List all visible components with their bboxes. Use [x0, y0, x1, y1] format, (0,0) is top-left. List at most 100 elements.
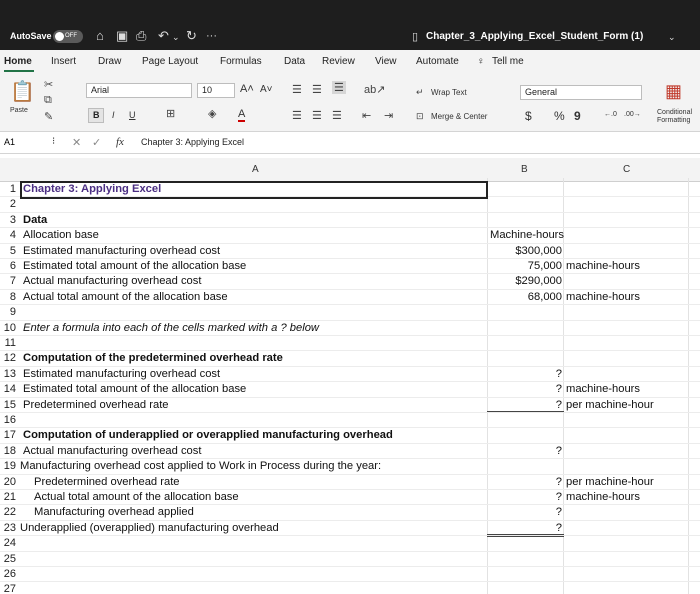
cell-b[interactable]: ?	[486, 444, 562, 459]
format-painter-icon[interactable]: ✎	[44, 110, 53, 123]
indent-decrease-icon[interactable]: ⇤	[362, 109, 371, 122]
align-center-icon[interactable]: ☰	[312, 109, 322, 122]
table-row[interactable]: 4 Allocation base Machine-hours	[0, 228, 700, 244]
table-row[interactable]: 17 Computation of underapplied or overapp…	[0, 428, 700, 444]
table-row[interactable]: 7 Actual manufacturing overhead cost $290,…	[0, 274, 700, 290]
column-header-b[interactable]: B	[521, 164, 528, 175]
table-row[interactable]: 23 Underapplied (overapplied) manufacturi…	[0, 521, 700, 537]
cell-a[interactable]: Predetermined overhead rate	[34, 475, 180, 490]
table-row[interactable]: 16	[0, 413, 700, 429]
cut-icon[interactable]: ✂	[44, 78, 53, 91]
table-row[interactable]: 18 Actual manufacturing overhead cost?	[0, 444, 700, 460]
align-bottom-icon[interactable]: ☰	[332, 81, 346, 94]
row-number[interactable]: 9	[0, 305, 16, 320]
tab-home[interactable]: Home	[4, 56, 32, 67]
font-color-icon[interactable]: A	[238, 108, 246, 122]
row-number[interactable]: 25	[0, 552, 16, 567]
home-icon[interactable]: ⌂	[96, 28, 104, 43]
undo-dropdown-icon[interactable]: ⌄	[172, 32, 180, 43]
wrap-text-button[interactable]: Wrap Text	[431, 88, 467, 97]
table-row[interactable]: 27	[0, 582, 700, 594]
tab-page-layout[interactable]: Page Layout	[142, 56, 198, 67]
row-number[interactable]: 5	[0, 244, 16, 259]
cell-b[interactable]: $300,000	[486, 244, 562, 259]
cell-a[interactable]: Predetermined overhead rate	[23, 398, 169, 413]
align-middle-icon[interactable]: ☰	[312, 83, 322, 96]
table-row[interactable]: 15 Predetermined overhead rate? per machin…	[0, 398, 700, 413]
row-number[interactable]: 12	[0, 351, 16, 366]
comma-button[interactable]: 9	[574, 109, 581, 123]
row-number[interactable]: 6	[0, 259, 16, 274]
row-number[interactable]: 21	[0, 490, 16, 505]
tab-review[interactable]: Review	[322, 56, 355, 67]
name-box-stepper-icon[interactable]: ⁝	[52, 136, 55, 147]
print-icon[interactable]: ⎙	[136, 28, 146, 44]
table-row[interactable]: 19 Manufacturing overhead cost applied to…	[0, 459, 700, 475]
cell-b[interactable]: ?	[486, 475, 562, 490]
font-size-select[interactable]: 10	[197, 83, 235, 98]
tab-draw[interactable]: Draw	[98, 56, 121, 67]
increase-decimal-icon[interactable]: ←.0	[604, 111, 617, 118]
table-row[interactable]: 13 Estimated manufacturing overhead cost?	[0, 367, 700, 383]
row-number[interactable]: 1	[0, 182, 16, 197]
currency-button[interactable]: $	[525, 109, 532, 123]
cell-a[interactable]: Actual total amount of the allocation ba…	[23, 290, 228, 305]
cell-b[interactable]: 68,000	[486, 290, 562, 305]
row-number[interactable]: 20	[0, 475, 16, 490]
cell-a[interactable]: Estimated total amount of the allocation…	[23, 259, 246, 274]
fill-color-icon[interactable]: ◈	[208, 107, 216, 120]
cell-a[interactable]: Actual manufacturing overhead cost	[23, 444, 201, 459]
document-title[interactable]: Chapter_3_Applying_Excel_Student_Form (1…	[426, 31, 643, 42]
cell-a[interactable]: Manufacturing overhead cost applied to W…	[20, 459, 381, 474]
tab-data[interactable]: Data	[284, 56, 305, 67]
tab-view[interactable]: View	[375, 56, 397, 67]
align-left-icon[interactable]: ☰	[292, 109, 302, 122]
conditional-formatting-icon[interactable]: ▦	[665, 81, 682, 102]
cell-b[interactable]: ?	[486, 505, 562, 520]
increase-font-icon[interactable]: A˄	[240, 83, 254, 95]
cell-a[interactable]: Enter a formula into each of the cells m…	[23, 321, 319, 336]
table-row[interactable]: 3 Data	[0, 213, 700, 229]
cell-b[interactable]: ?	[486, 490, 562, 505]
row-number[interactable]: 17	[0, 428, 16, 443]
cell-a[interactable]: Computation of the predetermined overhea…	[23, 351, 283, 366]
conditional-formatting-button[interactable]: Conditional Formatting	[657, 109, 700, 125]
cell-c[interactable]: machine-hours	[566, 259, 640, 274]
table-row[interactable]: 21 Actual total amount of the allocation …	[0, 490, 700, 506]
cell-c[interactable]: machine-hours	[566, 490, 640, 505]
save-icon[interactable]: ▣	[116, 28, 128, 44]
row-number[interactable]: 10	[0, 321, 16, 336]
row-number[interactable]: 16	[0, 413, 16, 428]
cell-a[interactable]: Underapplied (overapplied) manufacturing…	[20, 521, 279, 536]
cell-c[interactable]: machine-hours	[566, 290, 640, 305]
table-row[interactable]: 10 Enter a formula into each of the cells…	[0, 321, 700, 336]
tab-insert[interactable]: Insert	[51, 56, 76, 67]
font-name-select[interactable]: Arial	[86, 83, 192, 98]
cell-c[interactable]: per machine-hour	[566, 398, 654, 413]
row-number[interactable]: 18	[0, 444, 16, 459]
row-number[interactable]: 8	[0, 290, 16, 305]
undo-icon[interactable]: ↶	[158, 28, 169, 44]
row-number[interactable]: 2	[0, 197, 16, 212]
percent-button[interactable]: %	[554, 109, 565, 123]
redo-icon[interactable]: ↻	[186, 28, 197, 44]
table-row[interactable]: 5 Estimated manufacturing overhead cost $3…	[0, 244, 700, 259]
enter-icon[interactable]: ✓	[92, 136, 101, 149]
cell-a[interactable]: Allocation base	[23, 228, 99, 243]
underline-button[interactable]: U	[129, 110, 136, 120]
row-number[interactable]: 14	[0, 382, 16, 397]
bold-button[interactable]: B	[88, 108, 104, 123]
cell-a[interactable]: Actual manufacturing overhead cost	[23, 274, 201, 289]
decrease-decimal-icon[interactable]: .00→	[624, 111, 641, 118]
row-number[interactable]: 15	[0, 398, 16, 413]
cell-b[interactable]: ?	[486, 367, 562, 382]
cancel-icon[interactable]: ✕	[72, 136, 81, 149]
cell-b[interactable]: $290,000	[486, 274, 562, 289]
row-number[interactable]: 22	[0, 505, 16, 520]
cell-a[interactable]: Estimated manufacturing overhead cost	[23, 244, 220, 259]
row-number[interactable]: 11	[0, 336, 16, 351]
copy-icon[interactable]: ⧉	[44, 94, 52, 107]
table-row[interactable]: 2	[0, 197, 700, 213]
table-row[interactable]: 22 Manufacturing overhead applied?	[0, 505, 700, 521]
table-row[interactable]: 14 Estimated total amount of the allocati…	[0, 382, 700, 398]
